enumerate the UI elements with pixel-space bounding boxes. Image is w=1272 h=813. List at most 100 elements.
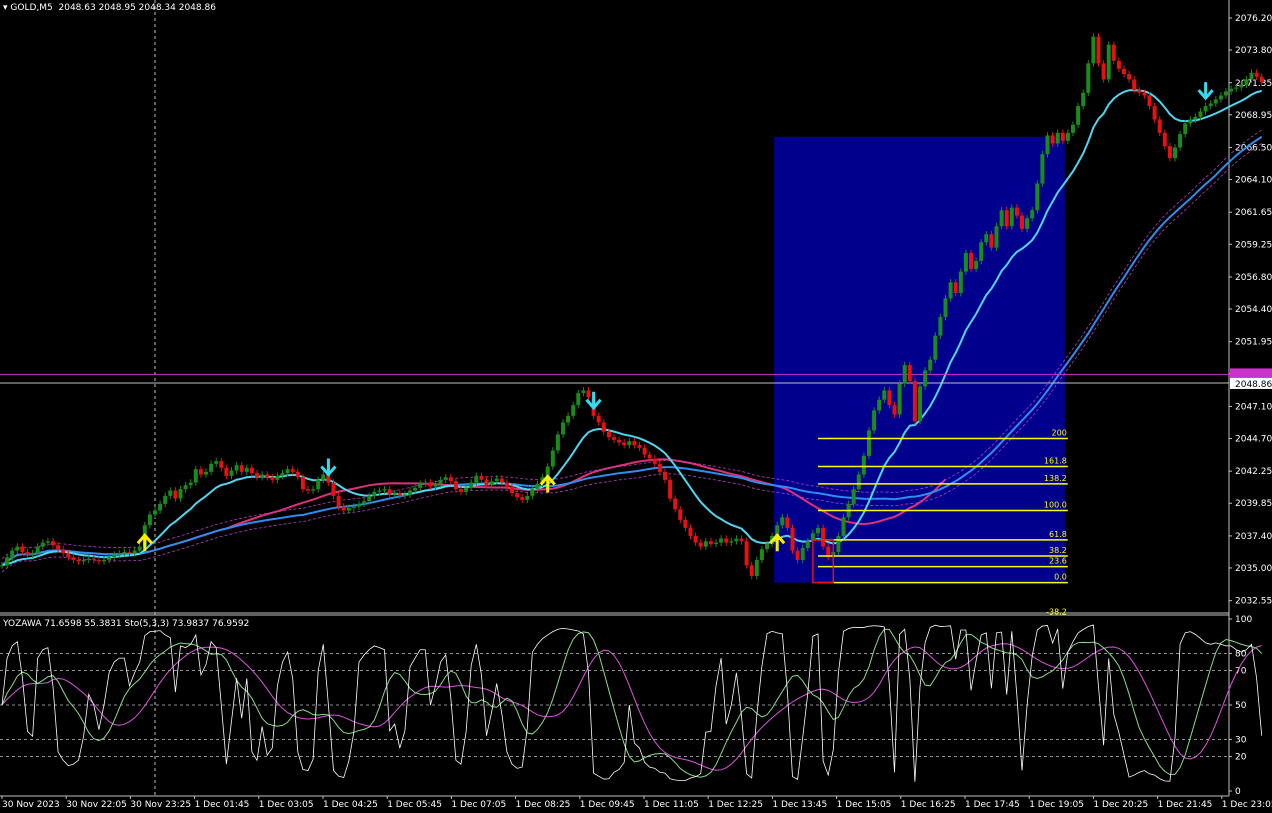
candle-body	[877, 399, 882, 411]
candle-body	[586, 390, 591, 398]
candle	[1167, 142, 1172, 162]
candle-body	[418, 483, 423, 488]
candle-body	[183, 485, 188, 490]
candle	[1101, 60, 1106, 83]
candle	[224, 464, 229, 480]
dropdown-triangle-icon[interactable]: ▾	[3, 3, 8, 13]
candle-body	[321, 474, 326, 480]
candle-body	[1183, 123, 1188, 135]
yozawa-signal-line	[1, 643, 1262, 771]
candle-body	[234, 465, 239, 471]
candle-body	[719, 538, 724, 543]
range-box	[774, 136, 1065, 583]
candle	[45, 537, 50, 546]
candle-body	[953, 282, 958, 293]
candle	[244, 464, 249, 476]
candle-body	[683, 519, 688, 528]
candle-body	[714, 542, 718, 544]
candle-body	[244, 467, 249, 472]
candle-body	[25, 551, 30, 555]
candle	[423, 479, 428, 488]
candle	[402, 491, 407, 500]
price-tick-label: 2032.55	[1235, 597, 1272, 607]
candle	[958, 268, 963, 297]
candle-body	[1224, 91, 1228, 96]
candle-body	[397, 493, 402, 496]
fib-level-label: 161.8	[1044, 457, 1067, 466]
time-axis-label: 1 Dec 13:45	[772, 800, 827, 810]
candle-body	[499, 478, 504, 483]
candle-body	[663, 471, 667, 480]
candle-body	[56, 545, 61, 550]
candle-body	[698, 542, 703, 547]
candle	[678, 505, 683, 524]
candle-body	[525, 495, 530, 500]
candle-body	[1055, 132, 1060, 144]
candle-body	[10, 550, 15, 558]
candle	[1116, 57, 1121, 73]
candle-body	[739, 538, 744, 542]
candle-body	[204, 471, 208, 475]
candle	[5, 553, 10, 569]
chart-window[interactable]: 2076.20 2073.80 2071.35 2068.95 2066.50 2064.…	[0, 0, 1272, 813]
candle	[1065, 129, 1070, 145]
candle-body	[1009, 207, 1014, 227]
candle	[1152, 102, 1157, 123]
indicator-tick-label: 100	[1235, 615, 1252, 625]
indicator-tick-label: 50	[1235, 701, 1247, 711]
candle	[576, 389, 581, 409]
candle	[479, 472, 484, 484]
candle-body	[1116, 60, 1121, 69]
candle-body	[1060, 132, 1065, 141]
candle	[1218, 92, 1223, 103]
candle-body	[1142, 92, 1147, 96]
candle	[112, 551, 117, 561]
candle	[555, 431, 560, 454]
hline-price-tag	[1230, 368, 1272, 380]
candle-body	[173, 490, 178, 499]
price-chart[interactable]: 2076.202073.802071.352068.952066.502064.…	[0, 0, 1272, 813]
candle	[316, 476, 321, 493]
candle	[1091, 33, 1096, 67]
candle-body	[362, 501, 367, 504]
candle-body	[484, 479, 489, 486]
candle-body	[402, 494, 407, 496]
candle-body	[270, 477, 275, 480]
candle-body	[1137, 90, 1142, 93]
candle-body	[15, 546, 20, 551]
candle-body	[647, 454, 652, 459]
candle	[520, 493, 525, 504]
candle-body	[867, 430, 871, 456]
candle-body	[1106, 44, 1111, 80]
candle	[1188, 116, 1193, 127]
candle-body	[1213, 99, 1218, 104]
candle-body	[413, 487, 418, 491]
candle-body	[112, 554, 117, 558]
candle-body	[137, 546, 142, 551]
candle	[147, 511, 152, 529]
candle-body	[510, 486, 514, 494]
candle-body	[1162, 132, 1167, 147]
candle-body	[963, 252, 968, 272]
candle-body	[744, 541, 749, 566]
candle-body	[255, 473, 259, 478]
candle-body	[1193, 116, 1198, 120]
candle-body	[576, 393, 581, 406]
candle-body	[367, 495, 372, 502]
candle-body	[1178, 134, 1183, 148]
candle-body	[1254, 72, 1259, 77]
time-axis-label: 1 Dec 05:45	[387, 800, 442, 810]
candle-body	[550, 450, 555, 467]
candle-body	[178, 489, 183, 499]
candle	[153, 507, 157, 518]
candle	[673, 495, 678, 513]
candle	[586, 387, 591, 401]
candle	[311, 485, 316, 494]
candle-body	[601, 422, 606, 432]
candle-body	[280, 473, 285, 476]
time-axis-label: 1 Dec 01:45	[195, 800, 250, 810]
candle-body	[948, 282, 953, 299]
candle-body	[1239, 84, 1244, 88]
candle-body	[678, 509, 683, 520]
candle	[918, 383, 922, 425]
